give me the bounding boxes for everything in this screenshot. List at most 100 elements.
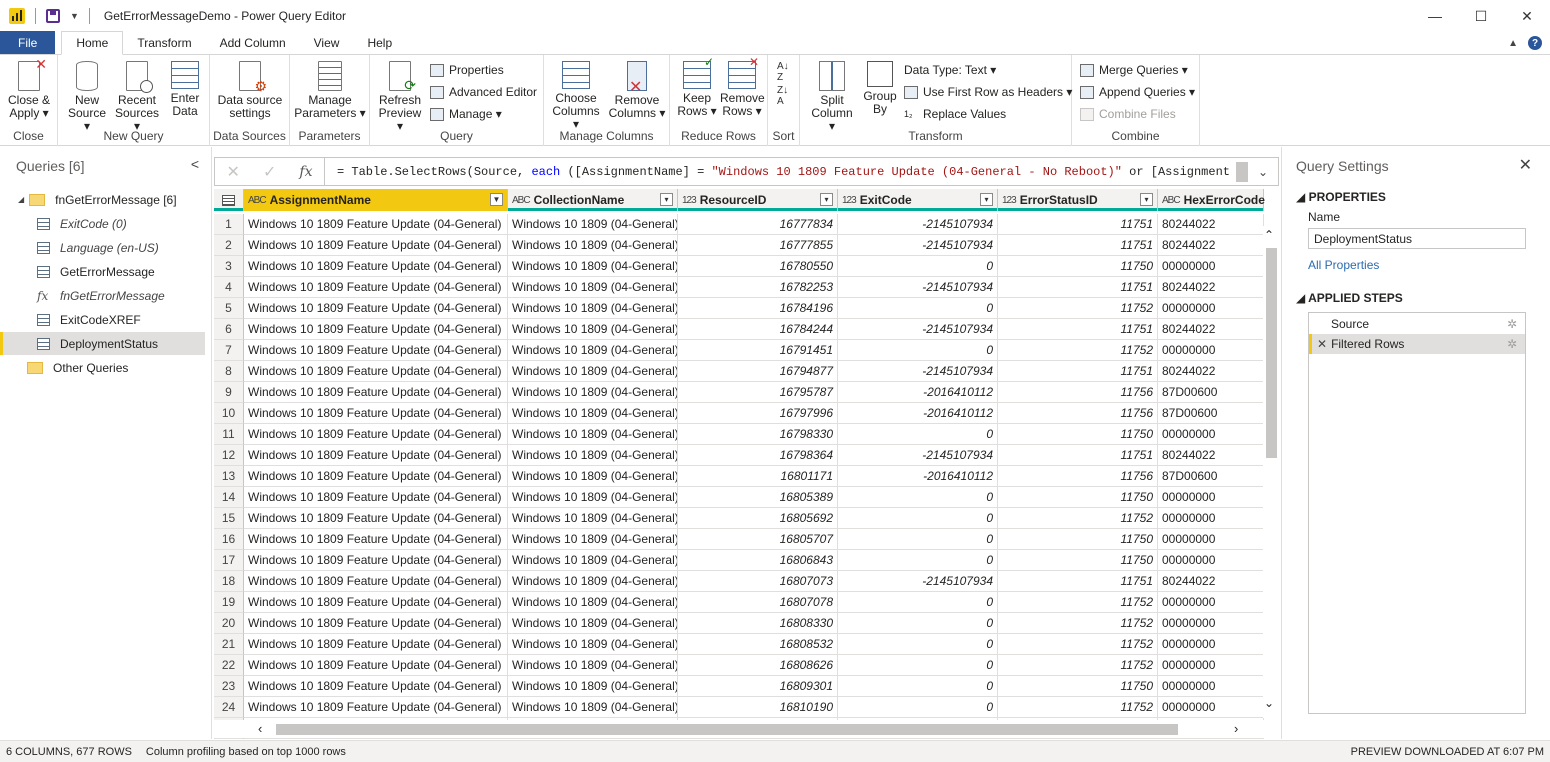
table-cell[interactable]: 11751 [998,571,1158,592]
table-menu-icon[interactable] [214,189,244,211]
table-row[interactable]: 4 Windows 10 1809 Feature Update (04-Gene… [214,277,1264,298]
table-row[interactable]: 14 Windows 10 1809 Feature Update (04-Gen… [214,487,1264,508]
query-item-geterrormessage[interactable]: GetErrorMessage [0,260,205,283]
replace-values-button[interactable]: 1₂ Replace Values [904,107,1006,121]
data-type-dropdown[interactable]: Data Type: Text ▾ [904,63,996,77]
number-type-icon[interactable]: 123 [842,195,857,206]
table-cell[interactable]: 80244022 [1158,214,1264,235]
table-cell[interactable]: Windows 10 1809 Feature Update (04-Gener… [244,655,508,676]
data-source-settings-button[interactable]: ⚙ Data source settings [216,59,284,120]
table-cell[interactable]: 16807073 [678,571,838,592]
scroll-left-icon[interactable]: ‹ [258,721,262,736]
table-cell[interactable]: 16810190 [678,697,838,718]
table-cell[interactable]: 0 [838,487,998,508]
column-header[interactable]: ABC CollectionName ▾ [508,189,678,211]
table-cell[interactable]: Windows 10 1809 Feature Update (04-Gener… [244,403,508,424]
column-filter-dropdown-icon[interactable]: ▾ [820,193,833,206]
table-cell[interactable]: 16798364 [678,445,838,466]
table-cell[interactable]: Windows 10 1809 (04-General) [508,382,678,403]
tab-transform[interactable]: Transform [123,31,205,54]
column-header[interactable]: ABC HexErrorCode [1158,189,1265,211]
table-cell[interactable]: 00000000 [1158,655,1264,676]
recent-sources-button[interactable]: Recent Sources ▾ [112,59,162,133]
table-cell[interactable]: 00000000 [1158,613,1264,634]
merge-queries-button[interactable]: Merge Queries ▾ [1080,63,1188,77]
status-profiling[interactable]: Column profiling based on top 1000 rows [146,746,346,758]
table-row[interactable]: 22 Windows 10 1809 Feature Update (04-Gen… [214,655,1264,676]
scroll-right-icon[interactable]: › [1234,721,1238,736]
table-cell[interactable]: -2016410112 [838,382,998,403]
table-cell[interactable]: 16794877 [678,361,838,382]
tab-add-column[interactable]: Add Column [206,31,300,54]
table-cell[interactable]: Windows 10 1809 Feature Update (04-Gener… [244,298,508,319]
table-cell[interactable]: 80244022 [1158,445,1264,466]
table-cell[interactable]: 00000000 [1158,529,1264,550]
table-cell[interactable]: 87D00600 [1158,403,1264,424]
table-cell[interactable]: -2145107934 [838,445,998,466]
remove-rows-button[interactable]: ✕ Remove Rows ▾ [720,56,765,118]
table-cell[interactable]: Windows 10 1809 (04-General) [508,508,678,529]
table-row[interactable]: 6 Windows 10 1809 Feature Update (04-Gene… [214,319,1264,340]
table-cell[interactable]: 0 [838,550,998,571]
table-row[interactable]: 2 Windows 10 1809 Feature Update (04-Gene… [214,235,1264,256]
table-cell[interactable]: Windows 10 1809 Feature Update (04-Gener… [244,466,508,487]
number-type-icon[interactable]: 123 [1002,195,1017,206]
keep-rows-button[interactable]: ✓ Keep Rows ▾ [676,56,718,118]
table-row[interactable]: 5 Windows 10 1809 Feature Update (04-Gene… [214,298,1264,319]
table-cell[interactable]: Windows 10 1809 (04-General) [508,235,678,256]
help-icon[interactable]: ? [1528,36,1542,50]
table-row[interactable]: 10 Windows 10 1809 Feature Update (04-Gen… [214,403,1264,424]
table-cell[interactable]: 11756 [998,382,1158,403]
table-cell[interactable]: 00000000 [1158,424,1264,445]
fx-icon[interactable]: fx [299,164,312,180]
table-cell[interactable]: Windows 10 1809 Feature Update (04-Gener… [244,613,508,634]
table-row[interactable]: 18 Windows 10 1809 Feature Update (04-Gen… [214,571,1264,592]
table-cell[interactable]: 16808330 [678,613,838,634]
table-cell[interactable]: 16809301 [678,676,838,697]
table-cell[interactable]: 11751 [998,277,1158,298]
table-cell[interactable]: 87D00600 [1158,382,1264,403]
manage-parameters-button[interactable]: Manage Parameters ▾ [294,59,366,120]
table-cell[interactable]: Windows 10 1809 Feature Update (04-Gener… [244,529,508,550]
table-row[interactable]: 1 Windows 10 1809 Feature Update (04-Gene… [214,214,1264,235]
table-row[interactable]: 21 Windows 10 1809 Feature Update (04-Gen… [214,634,1264,655]
table-cell[interactable]: 0 [838,634,998,655]
table-cell[interactable]: -2145107934 [838,361,998,382]
table-cell[interactable]: 16801171 [678,466,838,487]
properties-button[interactable]: Properties [430,63,504,77]
table-cell[interactable]: 80244022 [1158,571,1264,592]
table-cell[interactable]: 16780550 [678,256,838,277]
table-cell[interactable]: 11750 [998,550,1158,571]
table-cell[interactable]: 0 [838,697,998,718]
table-cell[interactable]: Windows 10 1809 Feature Update (04-Gener… [244,508,508,529]
split-column-button[interactable]: Split Column ▾ [810,59,854,133]
scroll-up-icon[interactable]: ⌃ [1264,228,1274,242]
table-cell[interactable]: 11751 [998,235,1158,256]
table-cell[interactable]: 16784196 [678,298,838,319]
maximize-button[interactable]: ☐ [1458,0,1504,32]
table-cell[interactable]: 80244022 [1158,361,1264,382]
table-cell[interactable]: 00000000 [1158,592,1264,613]
column-filter-dropdown-icon[interactable]: ▾ [660,193,673,206]
table-cell[interactable]: 11752 [998,298,1158,319]
table-cell[interactable]: 16805707 [678,529,838,550]
table-row[interactable]: 12 Windows 10 1809 Feature Update (04-Gen… [214,445,1264,466]
table-cell[interactable]: 0 [838,529,998,550]
table-cell[interactable]: 00000000 [1158,487,1264,508]
table-cell[interactable]: Windows 10 1809 (04-General) [508,697,678,718]
table-cell[interactable]: 0 [838,508,998,529]
refresh-preview-button[interactable]: ⟳ Refresh Preview ▾ [376,59,424,133]
table-cell[interactable]: Windows 10 1809 Feature Update (04-Gener… [244,340,508,361]
table-cell[interactable]: Windows 10 1809 (04-General) [508,403,678,424]
table-cell[interactable]: 00000000 [1158,340,1264,361]
table-cell[interactable]: Windows 10 1809 Feature Update (04-Gener… [244,445,508,466]
table-row[interactable]: 24 Windows 10 1809 Feature Update (04-Gen… [214,697,1264,718]
table-cell[interactable]: Windows 10 1809 (04-General) [508,256,678,277]
table-cell[interactable]: 16805389 [678,487,838,508]
horizontal-scrollbar[interactable]: ‹ › [214,720,1264,738]
table-cell[interactable]: 11752 [998,613,1158,634]
table-cell[interactable]: 11752 [998,634,1158,655]
table-cell[interactable]: Windows 10 1809 (04-General) [508,214,678,235]
table-cell[interactable]: Windows 10 1809 (04-General) [508,298,678,319]
table-cell[interactable]: -2145107934 [838,277,998,298]
